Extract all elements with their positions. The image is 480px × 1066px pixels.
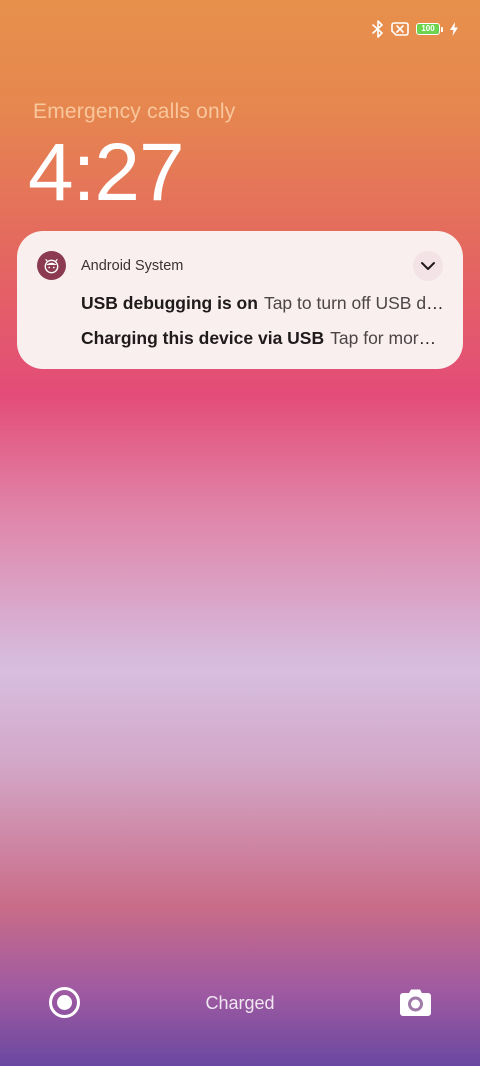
notification-item-title: USB debugging is on <box>81 293 258 313</box>
camera-icon[interactable] <box>399 988 432 1018</box>
notification-item-usb-charging[interactable]: Charging this device via USB Tap for more… <box>81 328 445 349</box>
charging-bolt-icon <box>450 22 458 36</box>
notification-item-text: Tap for more options. <box>330 328 445 348</box>
chevron-down-icon[interactable] <box>413 251 443 281</box>
battery-icon: 100 <box>416 22 444 36</box>
no-sim-icon <box>390 21 410 37</box>
notification-item-title: Charging this device via USB <box>81 328 325 348</box>
status-bar: 100 <box>0 0 480 60</box>
bluetooth-icon <box>372 20 384 38</box>
battery-level: 100 <box>421 24 435 33</box>
android-system-icon <box>37 251 66 280</box>
status-icons: 100 <box>372 20 458 38</box>
carrier-text: Emergency calls only <box>33 100 236 123</box>
notification-card[interactable]: Android System USB debugging is on Tap to… <box>17 231 463 369</box>
notification-item-text: Tap to turn off USB debugging <box>263 293 445 313</box>
lockscreen-clock: 4:27 <box>28 127 185 218</box>
notification-app-name: Android System <box>81 258 184 274</box>
notification-item-usb-debugging[interactable]: USB debugging is on Tap to turn off USB d… <box>81 293 445 314</box>
